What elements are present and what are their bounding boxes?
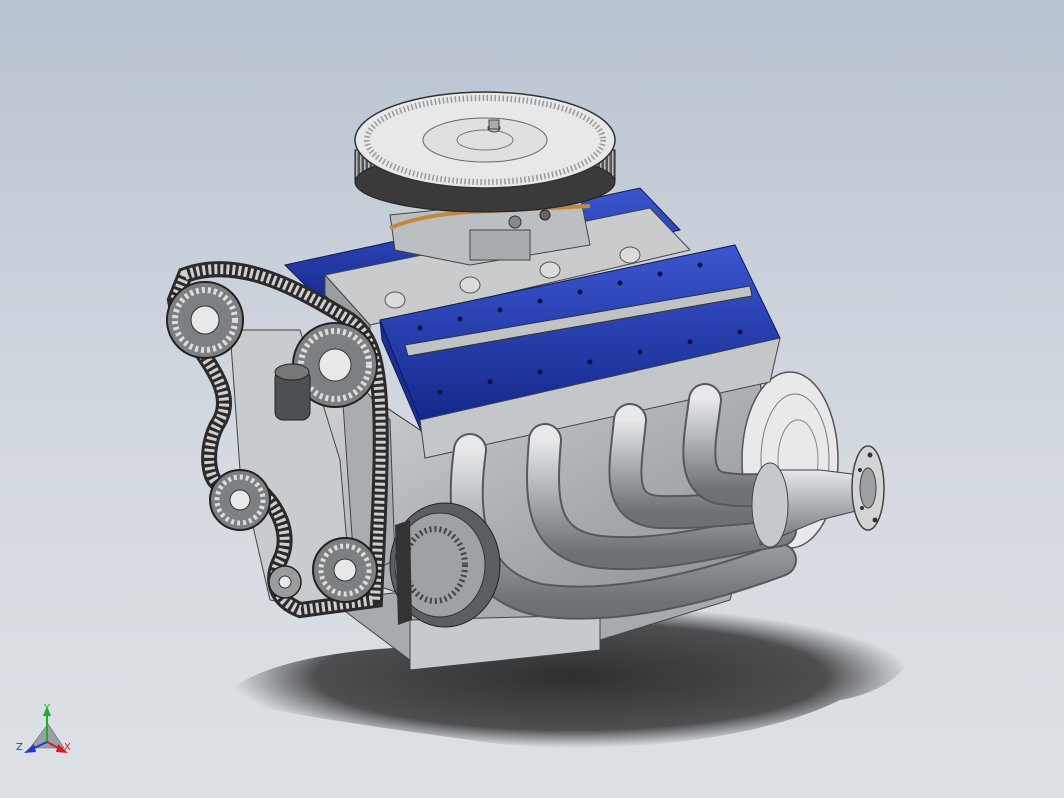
crank-sprocket[interactable] — [312, 537, 378, 603]
triad-x-label: X — [64, 742, 71, 753]
idler-sprocket[interactable] — [209, 469, 271, 531]
cam-sprocket-left[interactable] — [166, 281, 244, 359]
air-cleaner[interactable] — [354, 91, 616, 213]
triad-z-label: Z — [16, 742, 23, 753]
water-pump[interactable] — [274, 363, 311, 421]
engine-model-canvas[interactable]: Y X Z — [0, 0, 1064, 798]
graphics-viewport[interactable]: Y X Z — [0, 0, 1064, 798]
tensioner-pulley[interactable] — [268, 565, 302, 599]
reference-triad[interactable]: Y X Z — [16, 703, 71, 753]
triad-z-arrowhead — [24, 744, 36, 753]
alternator[interactable] — [389, 502, 501, 628]
triad-y-label: Y — [43, 703, 51, 714]
